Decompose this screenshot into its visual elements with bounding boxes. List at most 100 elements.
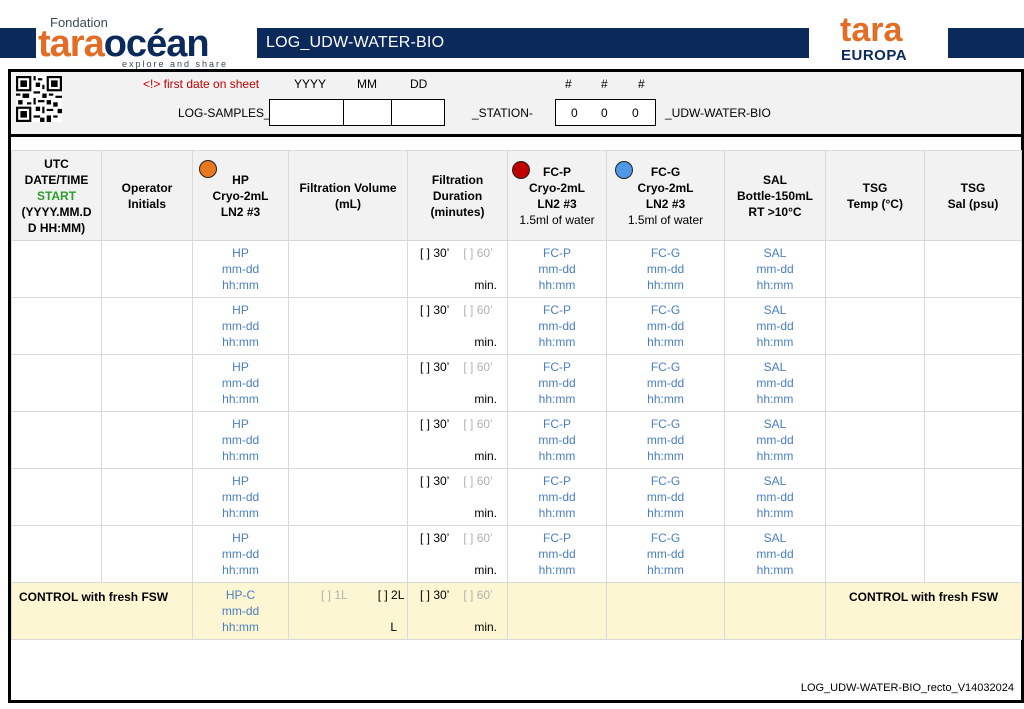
cell-control-volume[interactable]: [ ] 1L [ ] 2L L — [288, 582, 408, 640]
cell-operator[interactable] — [101, 411, 193, 469]
checkbox-60-min[interactable]: [ ] 60’ — [463, 531, 492, 545]
cell-tsg-temp[interactable] — [825, 240, 925, 298]
cell-sal-control[interactable] — [724, 582, 826, 640]
page-title: LOG_UDW-WATER-BIO — [266, 34, 445, 51]
col-fcg: FC-G Cryo-2mL LN2 #3 1.5ml of water — [606, 150, 725, 241]
checkbox-30-min[interactable]: [ ] 30’ — [420, 303, 449, 317]
cell-tsg-sal[interactable] — [924, 354, 1022, 412]
checkbox-30-min[interactable]: [ ] 30’ — [420, 531, 449, 545]
col-fcp: FC-P Cryo-2mL LN2 #3 1.5ml of water — [507, 150, 607, 241]
cell-utc-start[interactable] — [11, 468, 102, 526]
cell-utc-start[interactable] — [11, 297, 102, 355]
date-month-field[interactable] — [343, 99, 392, 126]
cell-hp[interactable]: HP mm-dd hh:mm — [192, 525, 289, 583]
cell-operator[interactable] — [101, 468, 193, 526]
cell-operator[interactable] — [101, 240, 193, 298]
cell-fcp[interactable]: FC-P mm-dd hh:mm — [507, 240, 607, 298]
checkbox-30-min[interactable]: [ ] 30’ — [420, 474, 449, 488]
cell-filtration-volume[interactable] — [288, 354, 408, 412]
date-day-field[interactable] — [391, 99, 445, 126]
cell-hp[interactable]: HP mm-dd hh:mm — [192, 240, 289, 298]
cell-filtration-volume[interactable] — [288, 411, 408, 469]
checkbox-60-min[interactable]: [ ] 60’ — [463, 360, 492, 374]
cell-filtration-volume[interactable] — [288, 525, 408, 583]
cell-sal[interactable]: SAL mm-dd hh:mm — [724, 411, 826, 469]
cell-fcp[interactable]: FC-P mm-dd hh:mm — [507, 411, 607, 469]
checkbox-60-min[interactable]: [ ] 60’ — [463, 417, 492, 431]
checkbox-30-min[interactable]: [ ] 30’ — [420, 417, 449, 431]
table-row: HP mm-dd hh:mm [ ] 30’ [ ] 60’ min. FC-P mm-dd h… — [11, 354, 1022, 412]
cell-utc-start[interactable] — [11, 354, 102, 412]
cell-tsg-temp[interactable] — [825, 468, 925, 526]
checkbox-60-min[interactable]: [ ] 60’ — [463, 588, 492, 602]
table-row: HP mm-dd hh:mm [ ] 30’ [ ] 60’ min. FC-P mm-dd h… — [11, 411, 1022, 469]
cell-fcg[interactable]: FC-G mm-dd hh:mm — [606, 354, 725, 412]
station-digit-3: 0 — [632, 106, 639, 120]
cell-filtration-duration[interactable]: [ ] 30’ [ ] 60’ min. — [407, 411, 508, 469]
cell-fcp[interactable]: FC-P mm-dd hh:mm — [507, 525, 607, 583]
checkbox-2l[interactable]: [ ] 2L — [378, 588, 405, 602]
cell-tsg-sal[interactable] — [924, 297, 1022, 355]
cell-fcg[interactable]: FC-G mm-dd hh:mm — [606, 297, 725, 355]
col-tsg-temp: TSG Temp (°C) — [825, 150, 925, 241]
minutes-unit: min. — [474, 278, 497, 292]
cell-filtration-duration[interactable]: [ ] 30’ [ ] 60’ min. — [407, 240, 508, 298]
minutes-unit: min. — [474, 392, 497, 406]
checkbox-30-min[interactable]: [ ] 30’ — [420, 588, 449, 602]
cell-hp[interactable]: HP mm-dd hh:mm — [192, 354, 289, 412]
cell-tsg-sal[interactable] — [924, 525, 1022, 583]
cell-tsg-sal[interactable] — [924, 411, 1022, 469]
cell-sal[interactable]: SAL mm-dd hh:mm — [724, 240, 826, 298]
cell-filtration-volume[interactable] — [288, 240, 408, 298]
checkbox-60-min[interactable]: [ ] 60’ — [463, 474, 492, 488]
cell-hp[interactable]: HP mm-dd hh:mm — [192, 411, 289, 469]
cell-tsg-temp[interactable] — [825, 525, 925, 583]
cell-tsg-temp[interactable] — [825, 297, 925, 355]
cell-operator[interactable] — [101, 525, 193, 583]
cell-tsg-temp[interactable] — [825, 411, 925, 469]
checkbox-30-min[interactable]: [ ] 30’ — [420, 360, 449, 374]
cell-hp[interactable]: HP mm-dd hh:mm — [192, 297, 289, 355]
cell-operator[interactable] — [101, 297, 193, 355]
cell-fcg[interactable]: FC-G mm-dd hh:mm — [606, 468, 725, 526]
cell-filtration-duration[interactable]: [ ] 30’ [ ] 60’ min. — [407, 297, 508, 355]
cell-sal[interactable]: SAL mm-dd hh:mm — [724, 468, 826, 526]
red-circle-icon — [512, 161, 530, 179]
cell-fcg[interactable]: FC-G mm-dd hh:mm — [606, 411, 725, 469]
cell-filtration-volume[interactable] — [288, 468, 408, 526]
cell-filtration-duration[interactable]: [ ] 30’ [ ] 60’ min. — [407, 525, 508, 583]
logo-word-tara: tara — [38, 23, 105, 65]
cell-hp[interactable]: HP mm-dd hh:mm — [192, 468, 289, 526]
checkbox-1l[interactable]: [ ] 1L — [321, 588, 348, 602]
cell-filtration-duration[interactable]: [ ] 30’ [ ] 60’ min. — [407, 468, 508, 526]
cell-sal[interactable]: SAL mm-dd hh:mm — [724, 297, 826, 355]
cell-operator[interactable] — [101, 354, 193, 412]
table-header-row: UTC DATE/TIME START (YYYY.MM.D D HH:MM) … — [11, 150, 1022, 241]
qr-code-icon — [16, 76, 62, 122]
checkbox-60-min[interactable]: [ ] 60’ — [463, 246, 492, 260]
cell-tsg-temp[interactable] — [825, 354, 925, 412]
cell-utc-start[interactable] — [11, 240, 102, 298]
minutes-unit: min. — [474, 506, 497, 520]
cell-fcp[interactable]: FC-P mm-dd hh:mm — [507, 297, 607, 355]
cell-fcg-control[interactable] — [606, 582, 725, 640]
cell-tsg-sal[interactable] — [924, 240, 1022, 298]
cell-utc-start[interactable] — [11, 525, 102, 583]
cell-sal[interactable]: SAL mm-dd hh:mm — [724, 354, 826, 412]
cell-fcp[interactable]: FC-P mm-dd hh:mm — [507, 468, 607, 526]
cell-hp-control[interactable]: HP-C mm-dd hh:mm — [192, 582, 289, 640]
label-hash-1: # — [565, 77, 572, 91]
cell-fcp[interactable]: FC-P mm-dd hh:mm — [507, 354, 607, 412]
cell-fcg[interactable]: FC-G mm-dd hh:mm — [606, 525, 725, 583]
cell-fcg[interactable]: FC-G mm-dd hh:mm — [606, 240, 725, 298]
cell-filtration-volume[interactable] — [288, 297, 408, 355]
checkbox-30-min[interactable]: [ ] 30’ — [420, 246, 449, 260]
date-year-field[interactable] — [269, 99, 344, 126]
cell-utc-start[interactable] — [11, 411, 102, 469]
checkbox-60-min[interactable]: [ ] 60’ — [463, 303, 492, 317]
cell-sal[interactable]: SAL mm-dd hh:mm — [724, 525, 826, 583]
cell-filtration-duration[interactable]: [ ] 30’ [ ] 60’ min. — [407, 354, 508, 412]
cell-fcp-control[interactable] — [507, 582, 607, 640]
cell-control-duration[interactable]: [ ] 30’ [ ] 60’ min. — [407, 582, 508, 640]
cell-tsg-sal[interactable] — [924, 468, 1022, 526]
